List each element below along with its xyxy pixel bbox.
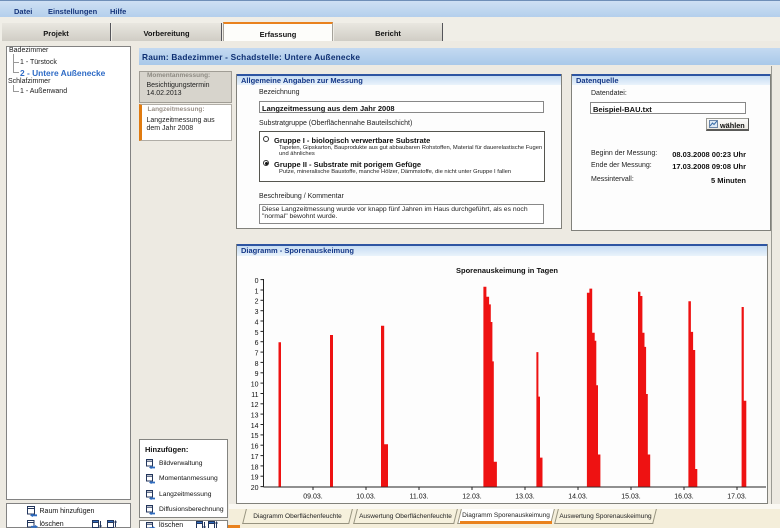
- svg-text:10: 10: [251, 382, 259, 389]
- svg-text:17.03.: 17.03.: [727, 493, 747, 500]
- svg-text:10.03.: 10.03.: [356, 493, 376, 500]
- svg-text:5: 5: [255, 330, 259, 337]
- svg-text:12.03.: 12.03.: [462, 493, 482, 500]
- svg-text:3: 3: [255, 309, 259, 316]
- svg-text:14: 14: [251, 423, 259, 430]
- svg-text:11: 11: [251, 392, 258, 399]
- svg-text:9: 9: [255, 371, 259, 378]
- svg-text:4: 4: [255, 319, 259, 326]
- svg-text:1: 1: [255, 288, 259, 295]
- svg-text:19: 19: [251, 475, 259, 482]
- svg-text:12: 12: [251, 402, 259, 409]
- svg-text:2: 2: [255, 299, 259, 306]
- svg-text:18: 18: [251, 464, 259, 471]
- svg-text:11.03.: 11.03.: [410, 493, 429, 500]
- svg-text:14.03.: 14.03.: [568, 493, 588, 500]
- svg-text:13.03.: 13.03.: [515, 493, 535, 500]
- svg-text:16: 16: [251, 444, 259, 451]
- svg-text:17: 17: [251, 454, 259, 461]
- svg-text:15.03.: 15.03.: [621, 493, 641, 500]
- svg-text:7: 7: [255, 350, 259, 357]
- svg-text:16.03.: 16.03.: [674, 493, 694, 500]
- svg-text:0: 0: [255, 278, 259, 285]
- svg-text:15: 15: [251, 433, 259, 440]
- svg-text:20: 20: [251, 485, 259, 492]
- svg-text:13: 13: [251, 413, 259, 420]
- svg-text:6: 6: [255, 340, 259, 347]
- svg-text:8: 8: [255, 361, 259, 368]
- svg-text:09.03.: 09.03.: [303, 493, 323, 500]
